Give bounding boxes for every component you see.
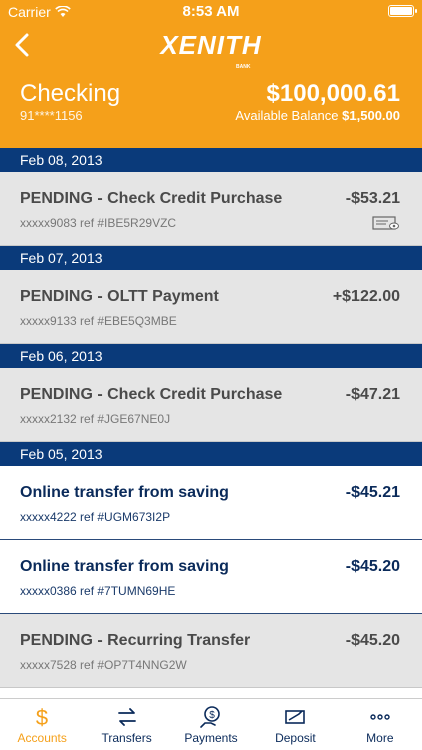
transaction-amount: -$45.21 bbox=[345, 484, 400, 501]
tab-transfers[interactable]: Transfers bbox=[84, 699, 168, 750]
date-header: Feb 06, 2013 bbox=[0, 344, 422, 368]
transaction-description: PENDING - Check Credit Purchase bbox=[20, 190, 283, 207]
battery-icon bbox=[388, 5, 417, 17]
tab-label: Accounts bbox=[17, 731, 67, 745]
transfer-icon bbox=[117, 708, 136, 726]
more-icon bbox=[370, 714, 390, 720]
check-image-icon[interactable] bbox=[372, 216, 400, 230]
tab-label: Deposit bbox=[275, 731, 316, 745]
account-name: Checking bbox=[20, 80, 121, 107]
account-number: 91****1156 bbox=[20, 108, 83, 123]
transaction-description: Online transfer from saving bbox=[20, 558, 229, 575]
transaction-reference: xxxxx9083 ref #IBE5R29VZC bbox=[20, 216, 177, 230]
clock: 8:53 AM bbox=[182, 3, 240, 20]
available-balance: Available Balance $1,500.00 bbox=[235, 108, 400, 123]
deposit-icon bbox=[285, 710, 306, 724]
tab-label: Transfers bbox=[101, 731, 152, 745]
svg-text:$: $ bbox=[36, 705, 48, 729]
transaction-reference: xxxxx7528 ref #OP7T4NNG2W bbox=[20, 658, 187, 672]
account-header: Carrier 8:53 AM XENITH BANK Checking 91*… bbox=[0, 0, 422, 148]
tab-more[interactable]: More bbox=[338, 699, 422, 750]
status-bar: Carrier 8:53 AM bbox=[0, 0, 422, 22]
svg-text:$: $ bbox=[209, 710, 215, 721]
transaction-description: PENDING - Recurring Transfer bbox=[20, 632, 251, 649]
transaction-list[interactable]: Feb 08, 2013 PENDING - Check Credit Purc… bbox=[0, 148, 422, 698]
transaction-description: PENDING - Check Credit Purchase bbox=[20, 386, 283, 403]
transaction-row[interactable]: PENDING - Recurring Transfer xxxxx7528 r… bbox=[0, 614, 422, 688]
transaction-amount: -$45.20 bbox=[345, 558, 400, 575]
tab-label: Payments bbox=[184, 731, 238, 745]
transaction-row[interactable]: PENDING - Check Credit Purchase xxxxx213… bbox=[0, 368, 422, 442]
date-header: Feb 07, 2013 bbox=[0, 246, 422, 270]
transaction-description: PENDING - OLTT Payment bbox=[20, 288, 219, 305]
transaction-row[interactable]: Online transfer from saving xxxxx4222 re… bbox=[0, 466, 422, 540]
tab-label: More bbox=[366, 731, 394, 745]
transaction-amount: +$122.00 bbox=[332, 288, 400, 305]
date-header: Feb 08, 2013 bbox=[0, 148, 422, 172]
transaction-amount: -$53.21 bbox=[345, 190, 400, 207]
dollar-icon: $ bbox=[36, 705, 48, 729]
transaction-row[interactable]: PENDING - Check Credit Purchase xxxxx908… bbox=[0, 172, 422, 246]
transaction-reference: xxxxx0386 ref #7TUMN69HE bbox=[20, 584, 176, 598]
bank-logo: XENITH BANK bbox=[160, 30, 262, 70]
transaction-amount: -$47.21 bbox=[345, 386, 400, 403]
transaction-reference: xxxxx4222 ref #UGM673I2P bbox=[20, 510, 171, 524]
transaction-amount: -$45.20 bbox=[345, 632, 400, 649]
transaction-reference: xxxxx2132 ref #JGE67NE0J bbox=[20, 412, 171, 426]
transaction-reference: xxxxx9133 ref #EBE5Q3MBE bbox=[20, 314, 177, 328]
date-header: Feb 05, 2013 bbox=[0, 442, 422, 466]
transaction-row[interactable]: PENDING - OLTT Payment xxxxx9133 ref #EB… bbox=[0, 270, 422, 344]
tab-accounts[interactable]: $ Accounts bbox=[0, 699, 84, 750]
transaction-row[interactable]: Online transfer from saving xxxxx0386 re… bbox=[0, 540, 422, 614]
tab-payments[interactable]: $ Payments bbox=[169, 699, 253, 750]
current-balance: $100,000.61 bbox=[266, 80, 400, 107]
tab-bar: $ Accounts Transfers $ Payments Deposit … bbox=[0, 698, 422, 750]
transaction-description: Online transfer from saving bbox=[20, 484, 229, 501]
tab-deposit[interactable]: Deposit bbox=[253, 699, 337, 750]
payment-icon: $ bbox=[200, 706, 220, 728]
